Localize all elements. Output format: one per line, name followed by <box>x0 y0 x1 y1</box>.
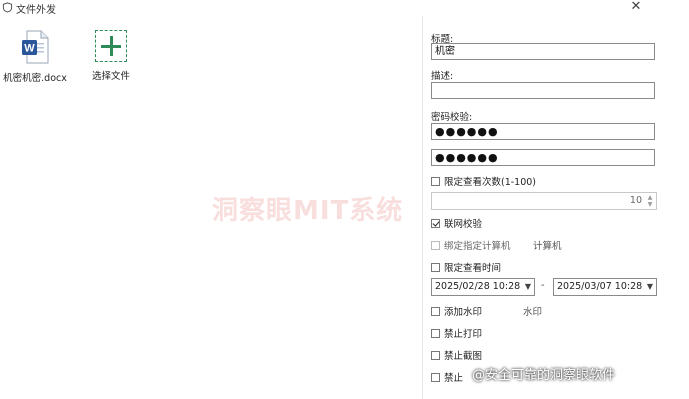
limit-time-label: 限定查看时间 <box>444 263 502 274</box>
word-document-icon: W <box>22 30 49 64</box>
password-confirm-input[interactable]: ●●●●●● <box>431 149 655 166</box>
title-bar: 文件外发 ✕ <box>0 0 689 16</box>
password-label: 密码校验: <box>431 112 473 123</box>
watermark-label: 添加水印 <box>444 307 483 318</box>
network-check-checkbox[interactable]: 联网校验 <box>431 216 482 230</box>
password-input[interactable]: ●●●●●● <box>431 123 655 140</box>
shield-icon <box>2 2 13 13</box>
add-file-icon <box>95 30 127 62</box>
no-screenshot-checkbox[interactable]: 禁止截图 <box>431 348 482 362</box>
file-name: 机密机密.docx <box>3 73 67 84</box>
description-label: 描述: <box>431 71 454 82</box>
computer-label: 计算机 <box>533 241 562 252</box>
limit-views-label: 限定查看次数(1-100) <box>444 177 537 188</box>
checkbox[interactable] <box>431 328 440 338</box>
no-print-checkbox[interactable]: 禁止打印 <box>431 326 482 340</box>
choose-file-label: 选择文件 <box>91 71 130 82</box>
checkbox[interactable] <box>431 262 440 272</box>
no-print-label: 禁止打印 <box>444 329 483 340</box>
close-button[interactable]: ✕ <box>628 0 644 15</box>
chevron-down-icon[interactable]: ▼ <box>647 279 653 295</box>
file-item-docx[interactable]: W 机密机密.docx <box>0 30 70 84</box>
checkbox[interactable] <box>431 350 440 360</box>
last-option-checkbox[interactable]: 禁止 <box>431 370 463 384</box>
bind-computer-checkbox[interactable]: 绑定指定计算机 <box>431 238 511 252</box>
watermark-side-label: 水印 <box>523 307 543 318</box>
limit-views-checkbox[interactable]: 限定查看次数(1-100) <box>431 174 536 188</box>
choose-file-button[interactable]: 选择文件 <box>76 30 146 82</box>
stepper-arrows-icon[interactable]: ▲ ▼ <box>645 194 655 208</box>
checkbox[interactable] <box>431 218 440 228</box>
view-count-stepper[interactable]: 10 ▲ ▼ <box>431 192 657 210</box>
watermark-checkbox[interactable]: 添加水印 <box>431 304 482 318</box>
window-title: 文件外发 <box>16 5 56 16</box>
title-input[interactable]: 机密 <box>431 43 655 60</box>
bind-computer-label: 绑定指定计算机 <box>444 241 511 252</box>
network-check-label: 联网校验 <box>444 219 483 230</box>
start-time-picker[interactable]: 2025/02/28 10:28 ▼ <box>431 278 535 296</box>
description-input[interactable] <box>431 82 655 99</box>
checkbox[interactable] <box>431 240 440 250</box>
checkbox[interactable] <box>431 176 440 186</box>
last-option-label: 禁止 <box>444 373 464 384</box>
no-screenshot-label: 禁止截图 <box>444 351 483 362</box>
start-time-value: 2025/02/28 10:28 <box>435 281 521 292</box>
end-time-value: 2025/03/07 10:28 <box>557 281 643 292</box>
view-count-value: 10 <box>629 195 642 206</box>
settings-panel: 标题: 机密 描述: 密码校验: ●●●●●● ●●●●●● 限定查看次数(1-… <box>422 16 689 399</box>
svg-text:W: W <box>24 43 35 55</box>
end-time-picker[interactable]: 2025/03/07 10:28 ▼ <box>553 278 657 296</box>
checkbox[interactable] <box>431 372 440 382</box>
file-list: W 机密机密.docx 选择文件 <box>0 20 420 399</box>
time-separator: - <box>541 280 545 291</box>
chevron-down-icon[interactable]: ▼ <box>525 279 531 295</box>
limit-time-checkbox[interactable]: 限定查看时间 <box>431 260 501 274</box>
checkbox[interactable] <box>431 306 440 316</box>
